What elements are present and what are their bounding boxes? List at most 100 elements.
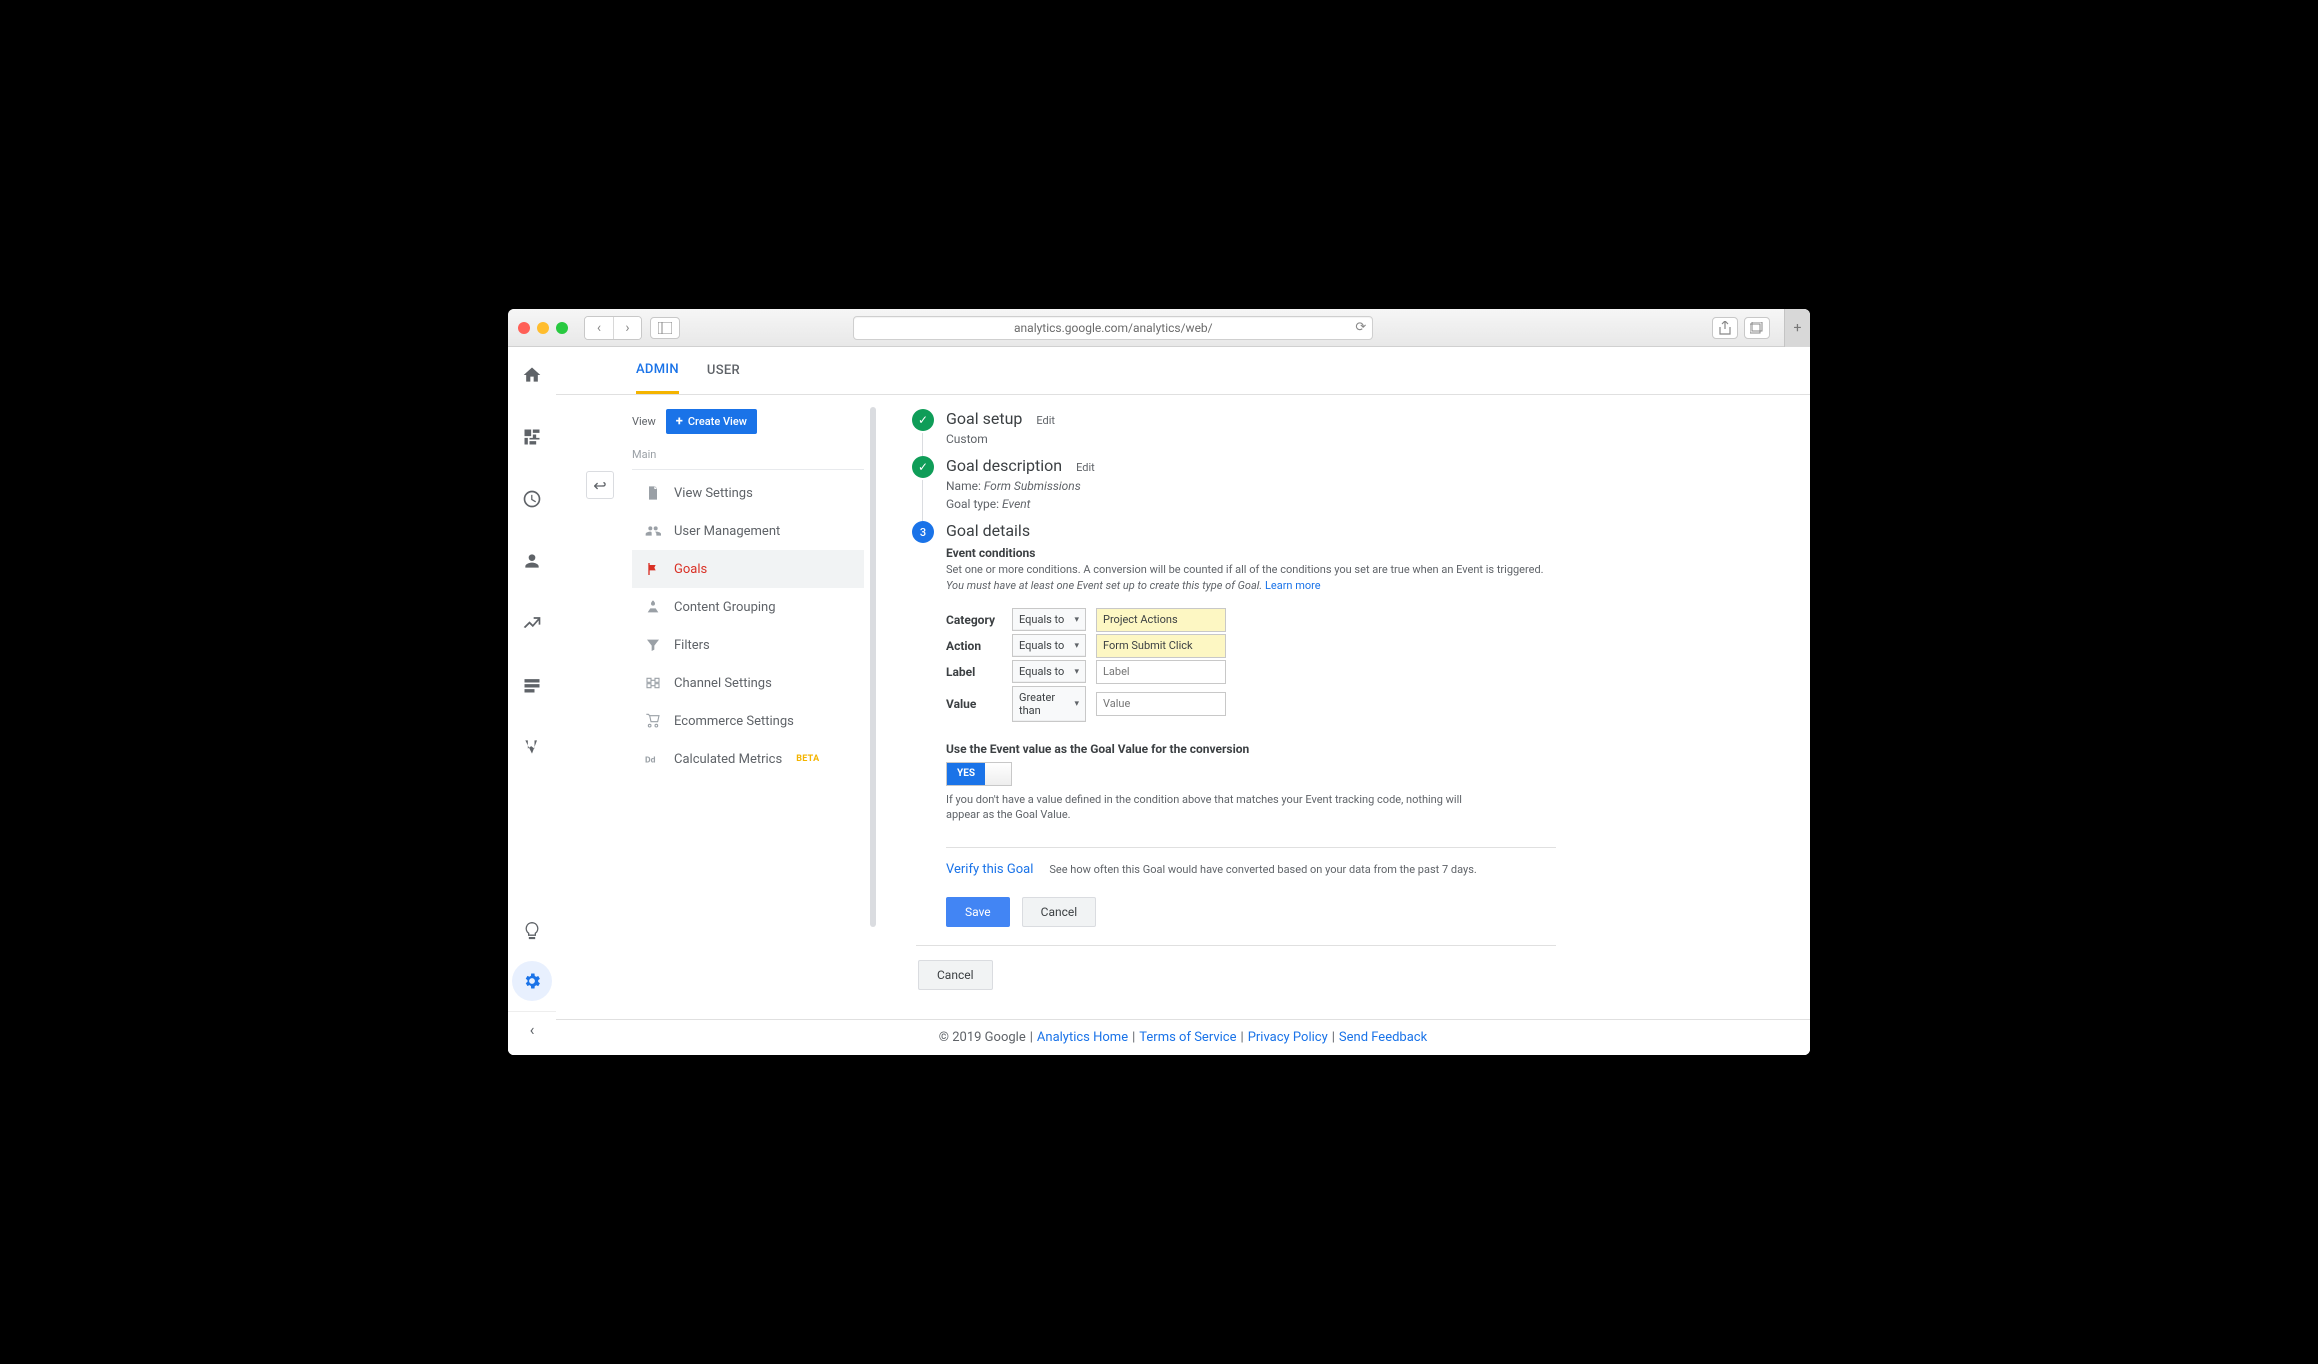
minimize-window[interactable] [537, 322, 549, 334]
left-icon-rail: ‹ [508, 347, 556, 1055]
operator-dropdown[interactable]: Greater than▾ [1012, 686, 1086, 722]
footer-link-analytics-home[interactable]: Analytics Home [1037, 1030, 1128, 1045]
goal-value-toggle[interactable]: YES [946, 762, 1012, 786]
copyright: © 2019 Google [939, 1030, 1026, 1045]
condition-row-value: Value Greater than▾ [946, 686, 1556, 722]
back-to-admin-button[interactable]: ↩ [586, 471, 614, 499]
conversions-icon[interactable] [512, 727, 552, 767]
cancel-button[interactable]: Cancel [1022, 897, 1097, 927]
flag-icon [644, 561, 662, 577]
collapse-rail-button[interactable]: ‹ [508, 1011, 556, 1047]
chevron-down-icon: ▾ [1074, 641, 1079, 651]
event-conditions-table: Category Equals to▾ Action Equals to▾ [946, 608, 1556, 722]
category-input[interactable] [1096, 608, 1226, 632]
divider [916, 945, 1556, 946]
footer: © 2019 Google | Analytics Home | Terms o… [556, 1019, 1810, 1055]
menu-filters[interactable]: Filters [632, 626, 864, 664]
check-icon: ✓ [912, 456, 934, 478]
beta-badge: BETA [796, 754, 819, 764]
audience-icon[interactable] [512, 541, 552, 581]
top-tabs: ADMIN USER [556, 347, 1810, 395]
menu-view-settings[interactable]: View Settings [632, 474, 864, 512]
window-controls [518, 322, 568, 334]
footer-link-feedback[interactable]: Send Feedback [1339, 1030, 1427, 1045]
chevron-down-icon: ▾ [1074, 699, 1079, 709]
step-goal-description: ✓ Goal description Edit Name: Form Submi… [912, 456, 1498, 511]
document-icon [644, 485, 662, 501]
people-icon [644, 523, 662, 539]
home-icon[interactable] [512, 355, 552, 395]
tabs-button[interactable] [1744, 317, 1770, 339]
value-input[interactable] [1096, 692, 1226, 716]
condition-row-category: Category Equals to▾ [946, 608, 1556, 632]
menu-calculated-metrics[interactable]: Dd Calculated Metrics BETA [632, 740, 864, 778]
step-goal-setup: ✓ Goal setup Edit Custom [912, 409, 1498, 446]
browser-chrome: ‹ › analytics.google.com/analytics/web/ … [508, 309, 1810, 347]
label-input[interactable] [1096, 660, 1226, 684]
cart-icon [644, 713, 662, 729]
scroll-divider[interactable] [870, 407, 876, 927]
save-button[interactable]: Save [946, 897, 1010, 927]
reload-icon[interactable]: ⟳ [1355, 320, 1366, 335]
verify-row: Verify this Goal See how often this Goal… [946, 862, 1556, 877]
customization-icon[interactable] [512, 417, 552, 457]
view-name-label: Main [632, 444, 864, 470]
view-label: View [632, 415, 656, 428]
close-window[interactable] [518, 322, 530, 334]
step-number-badge: 3 [912, 521, 934, 543]
chevron-down-icon: ▾ [1074, 615, 1079, 625]
operator-dropdown[interactable]: Equals to▾ [1012, 634, 1086, 657]
step-goal-details: 3 Goal details Event conditions Set one … [912, 521, 1498, 990]
goal-value-toggle-section: Use the Event value as the Goal Value fo… [946, 742, 1556, 823]
plus-icon: + [676, 414, 683, 429]
back-button[interactable]: ‹ [585, 317, 613, 339]
goal-type-row: Goal type: Event [946, 497, 1498, 511]
dd-icon: Dd [644, 751, 662, 767]
menu-ecommerce-settings[interactable]: Ecommerce Settings [632, 702, 864, 740]
operator-dropdown[interactable]: Equals to▾ [1012, 660, 1086, 683]
create-view-button[interactable]: + Create View [666, 409, 757, 434]
new-tab-button[interactable]: + [1784, 309, 1810, 347]
action-input[interactable] [1096, 634, 1226, 658]
outer-cancel-button[interactable]: Cancel [918, 960, 993, 990]
check-icon: ✓ [912, 409, 934, 431]
menu-content-grouping[interactable]: Content Grouping [632, 588, 864, 626]
edit-link[interactable]: Edit [1076, 461, 1095, 474]
address-bar[interactable]: analytics.google.com/analytics/web/ ⟳ [853, 316, 1373, 340]
verify-goal-link[interactable]: Verify this Goal [946, 862, 1033, 877]
edit-link[interactable]: Edit [1036, 414, 1055, 427]
event-conditions-heading: Event conditions [946, 546, 1556, 560]
acquisition-icon[interactable] [512, 603, 552, 643]
tab-admin[interactable]: ADMIN [636, 347, 679, 394]
learn-more-link[interactable]: Learn more [1265, 579, 1321, 592]
menu-goals[interactable]: Goals [632, 550, 864, 588]
menu-channel-settings[interactable]: Channel Settings [632, 664, 864, 702]
person-arrows-icon [644, 599, 662, 615]
menu-user-management[interactable]: User Management [632, 512, 864, 550]
footer-link-privacy[interactable]: Privacy Policy [1248, 1030, 1328, 1045]
tab-user[interactable]: USER [707, 347, 740, 394]
event-conditions-help: Set one or more conditions. A conversion… [946, 562, 1556, 594]
condition-row-action: Action Equals to▾ [946, 634, 1556, 658]
discover-icon[interactable] [512, 911, 552, 951]
operator-dropdown[interactable]: Equals to▾ [1012, 608, 1086, 631]
footer-link-terms[interactable]: Terms of Service [1139, 1030, 1236, 1045]
url-text: analytics.google.com/analytics/web/ [1014, 321, 1213, 335]
condition-row-label: Label Equals to▾ [946, 660, 1556, 684]
maximize-window[interactable] [556, 322, 568, 334]
step-title: Goal details [946, 521, 1556, 540]
share-button[interactable] [1712, 317, 1738, 339]
admin-icon[interactable] [512, 961, 552, 1001]
realtime-icon[interactable] [512, 479, 552, 519]
funnel-icon [644, 637, 662, 653]
view-settings-column: ↩ View + Create View Main View Settings [632, 395, 864, 1019]
forward-button[interactable]: › [613, 317, 641, 339]
goal-form: ✓ Goal setup Edit Custom ✓ [882, 395, 1522, 1019]
step-subtitle: Custom [946, 432, 1498, 446]
channel-icon [644, 675, 662, 691]
show-sidebar-button[interactable] [650, 317, 680, 339]
behavior-icon[interactable] [512, 665, 552, 705]
step-title: Goal setup [946, 409, 1022, 428]
chevron-down-icon: ▾ [1074, 667, 1079, 677]
goal-name-row: Name: Form Submissions [946, 479, 1498, 493]
